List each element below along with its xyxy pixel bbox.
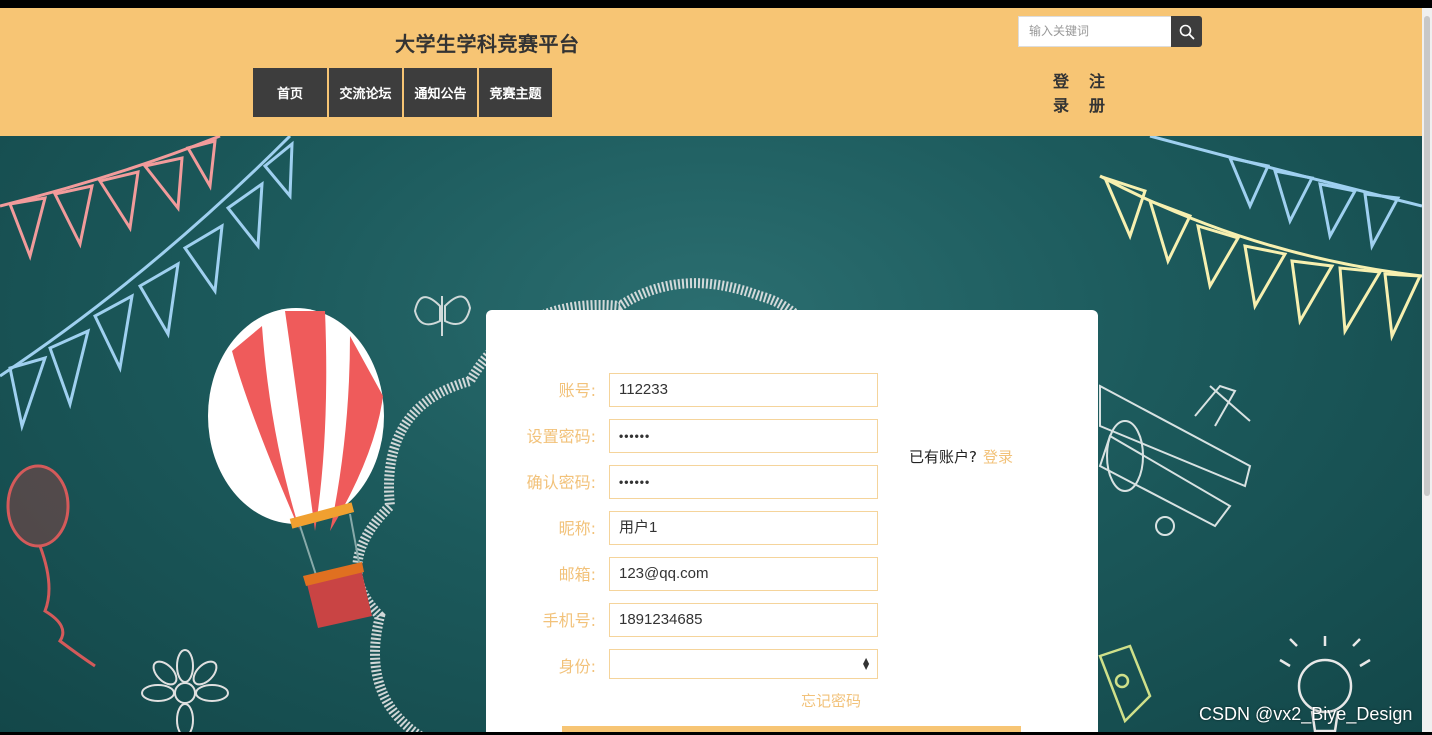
watermark: CSDN @vx2_Biye_Design [1199,704,1413,724]
confirm-password-field[interactable]: •••••• [609,465,878,499]
login-char-2: 录 [1052,96,1069,115]
nav-home[interactable]: 首页 [253,68,327,117]
have-account-text: 已有账户? 登录 [909,446,1013,467]
hot-air-balloon-icon [208,308,384,628]
phone-field[interactable]: 1891234685 [609,603,878,637]
chalk-balloon-icon [6,464,96,668]
have-account-label: 已有账户? [909,448,977,466]
nickname-label: 昵称: [558,519,596,538]
chalk-flower-icon [141,649,229,732]
forgot-password-link[interactable]: 忘记密码 [801,690,861,711]
phone-label: 手机号: [542,611,596,630]
role-select[interactable]: ▲ ▼ [609,649,878,679]
register-char-1: 注 [1088,72,1105,91]
nav-forum[interactable]: 交流论坛 [329,68,402,117]
login-char-1: 登 [1052,72,1069,91]
nickname-field[interactable]: 用户1 [609,511,878,545]
main-nav: 首页 交流论坛 通知公告 竞赛主题 [253,68,552,117]
page-frame: 大学生学科竞赛平台 首页 交流论坛 通知公告 竞赛主题 输入关键词 登 录 注 … [0,8,1422,732]
login-link[interactable]: 登 录 [1052,70,1070,118]
account-field[interactable]: 112233 [609,373,878,407]
chalk-airplane-icon [1098,384,1252,536]
register-form-card: 账号: 112233 设置密码: •••••• 确认密码: •••••• 昵称:… [486,310,1098,732]
register-submit-button[interactable] [562,726,1021,732]
nav-competition-topics[interactable]: 竞赛主题 [479,68,552,117]
chalk-butterfly-icon [413,295,472,336]
site-header: 大学生学科竞赛平台 首页 交流论坛 通知公告 竞赛主题 输入关键词 登 录 注 … [0,8,1422,136]
select-arrows-icon: ▲ ▼ [863,656,870,671]
register-link[interactable]: 注 册 [1088,70,1106,118]
search-button[interactable] [1171,16,1202,47]
nav-notice[interactable]: 通知公告 [404,68,477,117]
email-field[interactable]: 123@qq.com [609,557,878,591]
confirm-password-label: 确认密码: [526,473,596,492]
register-char-2: 册 [1088,96,1105,115]
scrollbar-thumb[interactable] [1424,16,1430,496]
bunting-right-icon [1099,136,1422,342]
search-input[interactable]: 输入关键词 [1018,16,1172,47]
chalk-rocket-icon [1098,644,1152,724]
password-label: 设置密码: [526,427,596,446]
email-label: 邮箱: [558,565,596,584]
role-label: 身份: [558,657,596,676]
account-label: 账号: [558,381,596,400]
page-scrollbar[interactable] [1422,8,1432,732]
login-link-inline[interactable]: 登录 [983,448,1013,466]
password-field[interactable]: •••••• [609,419,878,453]
site-title: 大学生学科竞赛平台 [395,32,580,56]
search-icon [1179,24,1194,39]
